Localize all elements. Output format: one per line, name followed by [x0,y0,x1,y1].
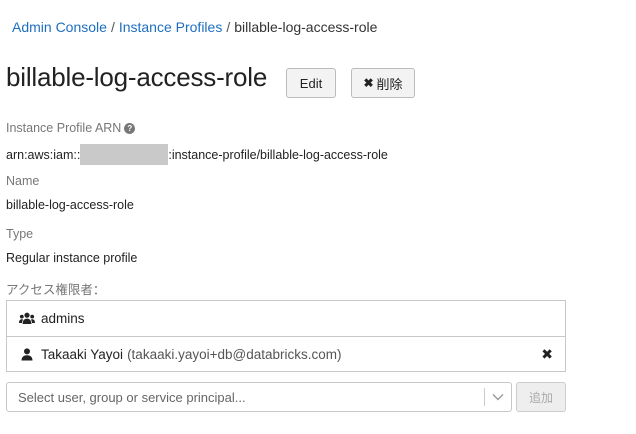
access-label: アクセス権限者： [6,283,106,297]
acl-table: admins Takaaki Yayoi (takaaki.yayoi+db@d… [6,300,566,372]
acl-row-group: admins [7,301,565,336]
principal-select[interactable]: Select user, group or service principal.… [6,382,512,412]
user-icon [19,347,35,361]
arn-label-text: Instance Profile ARN [6,121,122,135]
help-icon[interactable]: ? [124,123,136,134]
principal-select-placeholder: Select user, group or service principal.… [18,389,246,405]
group-icon [19,312,35,325]
delete-button[interactable]: ✖ 削除 [351,68,415,98]
breadcrumb-separator: / [226,19,231,35]
chevron-down-icon[interactable] [485,393,511,401]
redacted-account-id [80,144,169,165]
arn-prefix: arn:aws:iam:: [6,148,81,162]
edit-button-label: Edit [299,75,323,91]
breadcrumb-instance-profiles[interactable]: Instance Profiles [119,19,223,35]
delete-button-label: 削除 [376,76,403,92]
type-label: Type [6,227,34,241]
acl-principal-name: admins [41,311,85,326]
page-title: billable-log-access-role [6,62,268,92]
breadcrumb-admin-console[interactable]: Admin Console [12,19,107,35]
breadcrumb-separator: / [110,19,115,35]
arn-suffix: :instance-profile/billable-log-access-ro… [168,148,388,162]
name-label: Name [6,174,40,188]
arn-value: arn:aws:iam:::instance-profile/billable-… [6,144,388,165]
type-value: Regular instance profile [6,251,138,265]
breadcrumb-current: billable-log-access-role [234,19,378,35]
remove-principal-button[interactable]: ✖ [541,346,553,363]
add-button-label: 追加 [528,390,553,405]
acl-principal-email: (takaaki.yayoi+db@databricks.com) [127,346,342,362]
edit-button[interactable]: Edit [286,68,336,98]
name-value: billable-log-access-role [6,198,134,212]
breadcrumb: Admin Console / Instance Profiles / billable… [12,19,377,35]
arn-label: Instance Profile ARN? [6,121,136,135]
acl-row-user: Takaaki Yayoi (takaaki.yayoi+db@databric… [7,336,565,371]
acl-principal-name: Takaaki Yayoi [41,346,124,362]
add-button[interactable]: 追加 [516,382,566,412]
close-icon: ✖ [363,76,374,90]
